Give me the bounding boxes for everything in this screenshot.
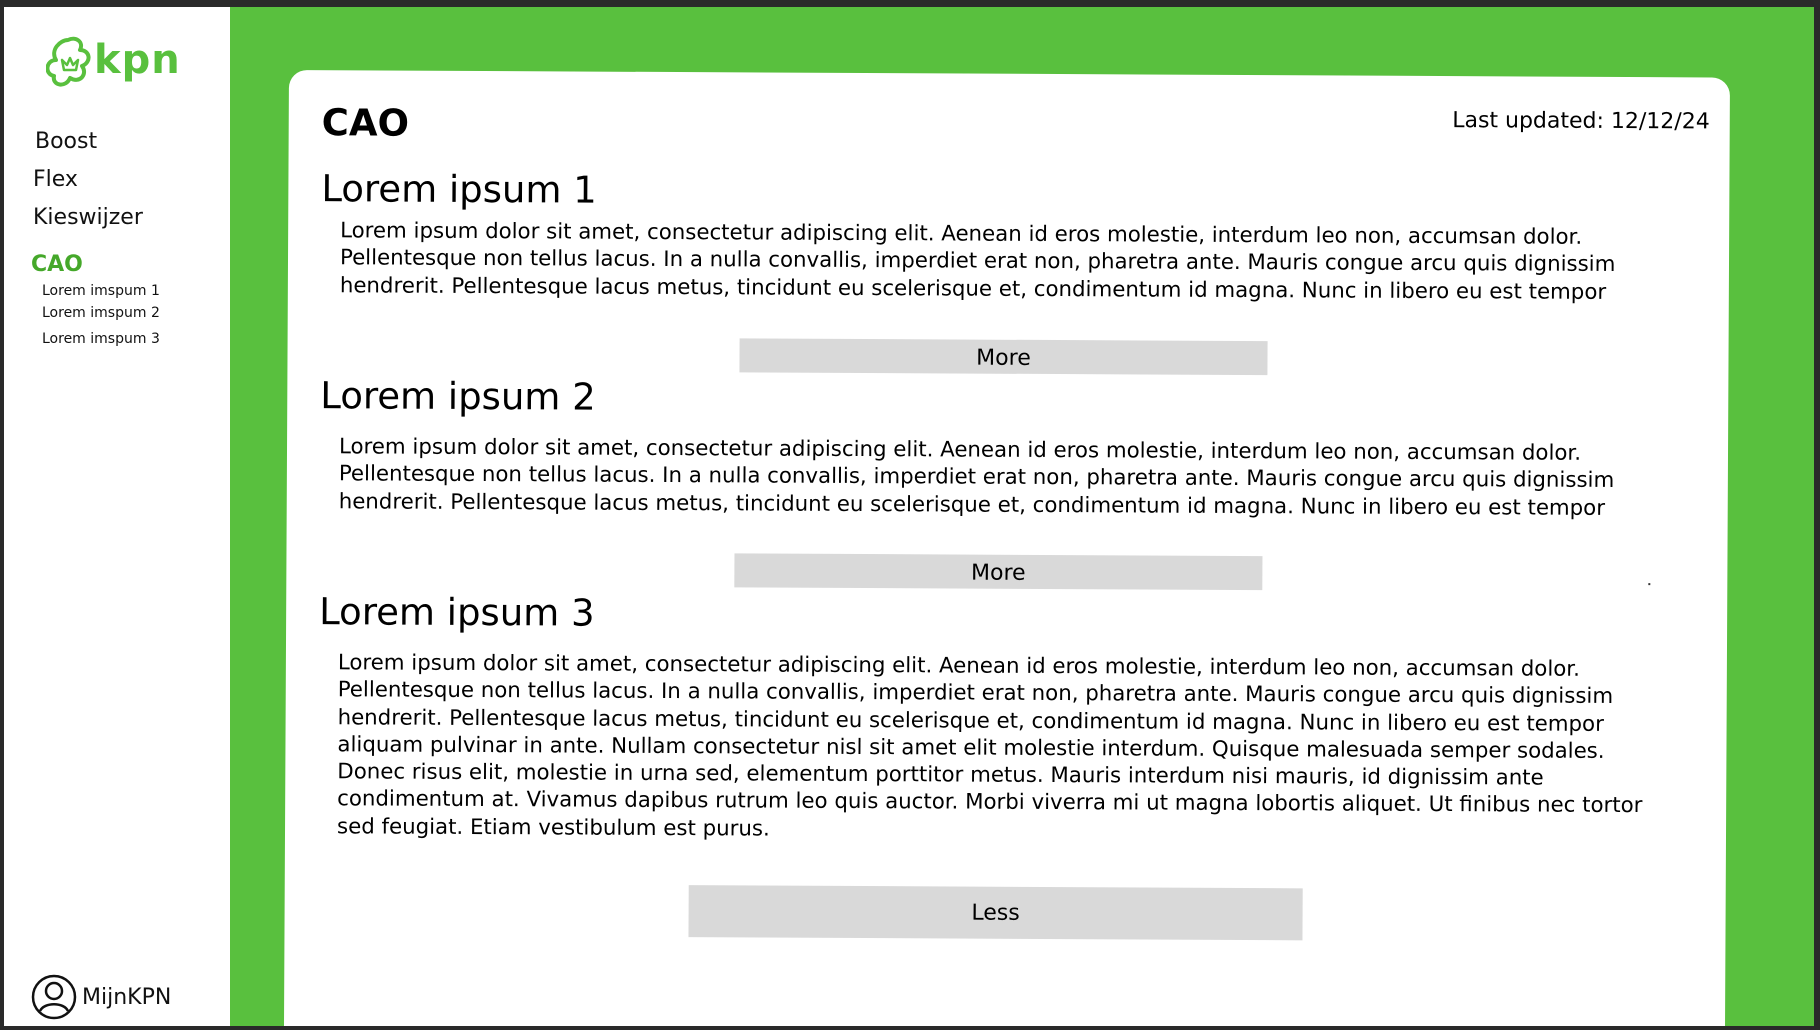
section-title-3: Lorem ipsum 3 — [319, 590, 595, 635]
sidebar: kpn Boost Flex Kieswijzer CAO Lorem imsp… — [4, 7, 230, 1026]
sidebar-item-flex[interactable]: Flex — [33, 167, 78, 192]
app-window: kpn Boost Flex Kieswijzer CAO Lorem imsp… — [4, 7, 1814, 1026]
section-text-2: Lorem ipsum dolor sit amet, consectetur … — [338, 434, 1615, 521]
more-button-2[interactable]: More — [734, 553, 1263, 591]
stray-dot — [1648, 583, 1651, 586]
sidebar-item-kieswijzer[interactable]: Kieswijzer — [33, 205, 143, 230]
page-title: CAO — [321, 101, 410, 145]
account-link[interactable]: MijnKPN — [31, 974, 171, 1020]
kpn-crown-logo-icon — [46, 36, 91, 87]
sidebar-item-cao[interactable]: CAO — [31, 252, 83, 277]
content-card: CAO Last updated: 12/12/24 Lorem ipsum 1… — [283, 70, 1730, 1026]
less-button[interactable]: Less — [688, 885, 1303, 941]
section-text-3: Lorem ipsum dolor sit amet, consectetur … — [336, 650, 1643, 842]
sidebar-subitem-2[interactable]: Lorem imspum 2 — [42, 305, 160, 321]
section-title-1: Lorem ipsum 1 — [321, 167, 597, 212]
section-title-2: Lorem ipsum 2 — [320, 374, 596, 419]
sidebar-subitem-1[interactable]: Lorem imspum 1 — [42, 283, 160, 299]
user-icon — [31, 974, 77, 1020]
account-label: MijnKPN — [82, 984, 172, 1010]
section-text-1: Lorem ipsum dolor sit amet, consectetur … — [339, 218, 1616, 305]
more-button-1[interactable]: More — [739, 338, 1268, 376]
sidebar-subitem-3[interactable]: Lorem imspum 3 — [42, 331, 160, 347]
sidebar-item-boost[interactable]: Boost — [35, 129, 97, 154]
kpn-logo[interactable]: kpn — [46, 34, 181, 90]
last-updated: Last updated: 12/12/24 — [1452, 108, 1710, 135]
brand-name: kpn — [94, 37, 181, 83]
